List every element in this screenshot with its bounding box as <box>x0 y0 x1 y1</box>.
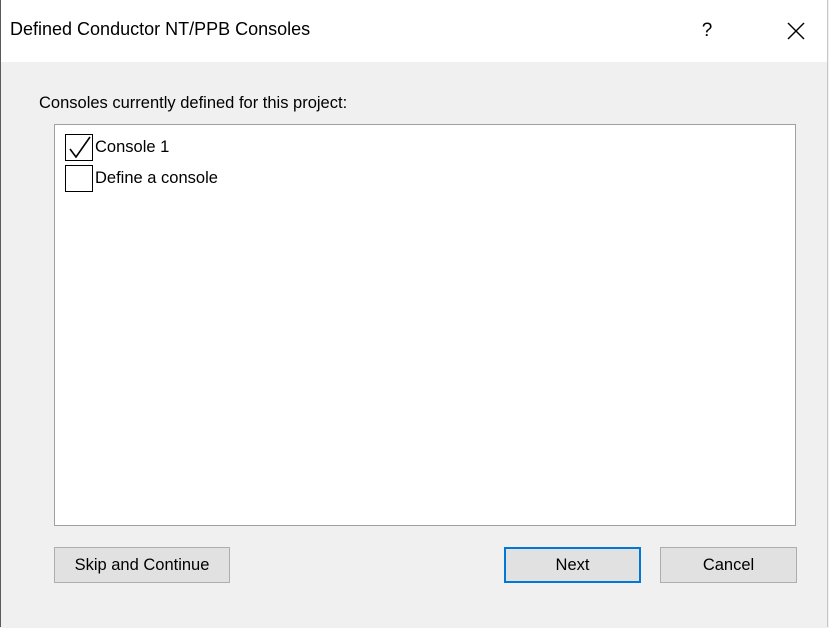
consoles-listbox[interactable]: Console 1 Define a console <box>54 124 796 526</box>
close-button[interactable] <box>771 14 821 48</box>
list-item-label: Define a console <box>95 168 218 187</box>
next-button[interactable]: Next <box>504 547 641 583</box>
window-title: Defined Conductor NT/PPB Consoles <box>10 19 311 39</box>
consoles-prompt: Consoles currently defined for this proj… <box>39 94 348 112</box>
checkmark-icon <box>69 136 91 158</box>
list-item-define-console[interactable]: Define a console <box>65 164 218 192</box>
console-1-checkbox[interactable] <box>65 133 93 161</box>
help-button[interactable]: ? <box>695 14 719 48</box>
cancel-button[interactable]: Cancel <box>660 547 797 583</box>
list-item-console-1[interactable]: Console 1 <box>65 133 170 161</box>
dialog-window: Defined Conductor NT/PPB Consoles ? Cons… <box>0 0 828 627</box>
define-console-checkbox[interactable] <box>65 164 93 192</box>
title-bar[interactable]: Defined Conductor NT/PPB Consoles ? <box>1 0 827 62</box>
close-icon <box>787 22 805 40</box>
skip-and-continue-button[interactable]: Skip and Continue <box>54 547 230 583</box>
list-item-label: Console 1 <box>95 137 170 156</box>
